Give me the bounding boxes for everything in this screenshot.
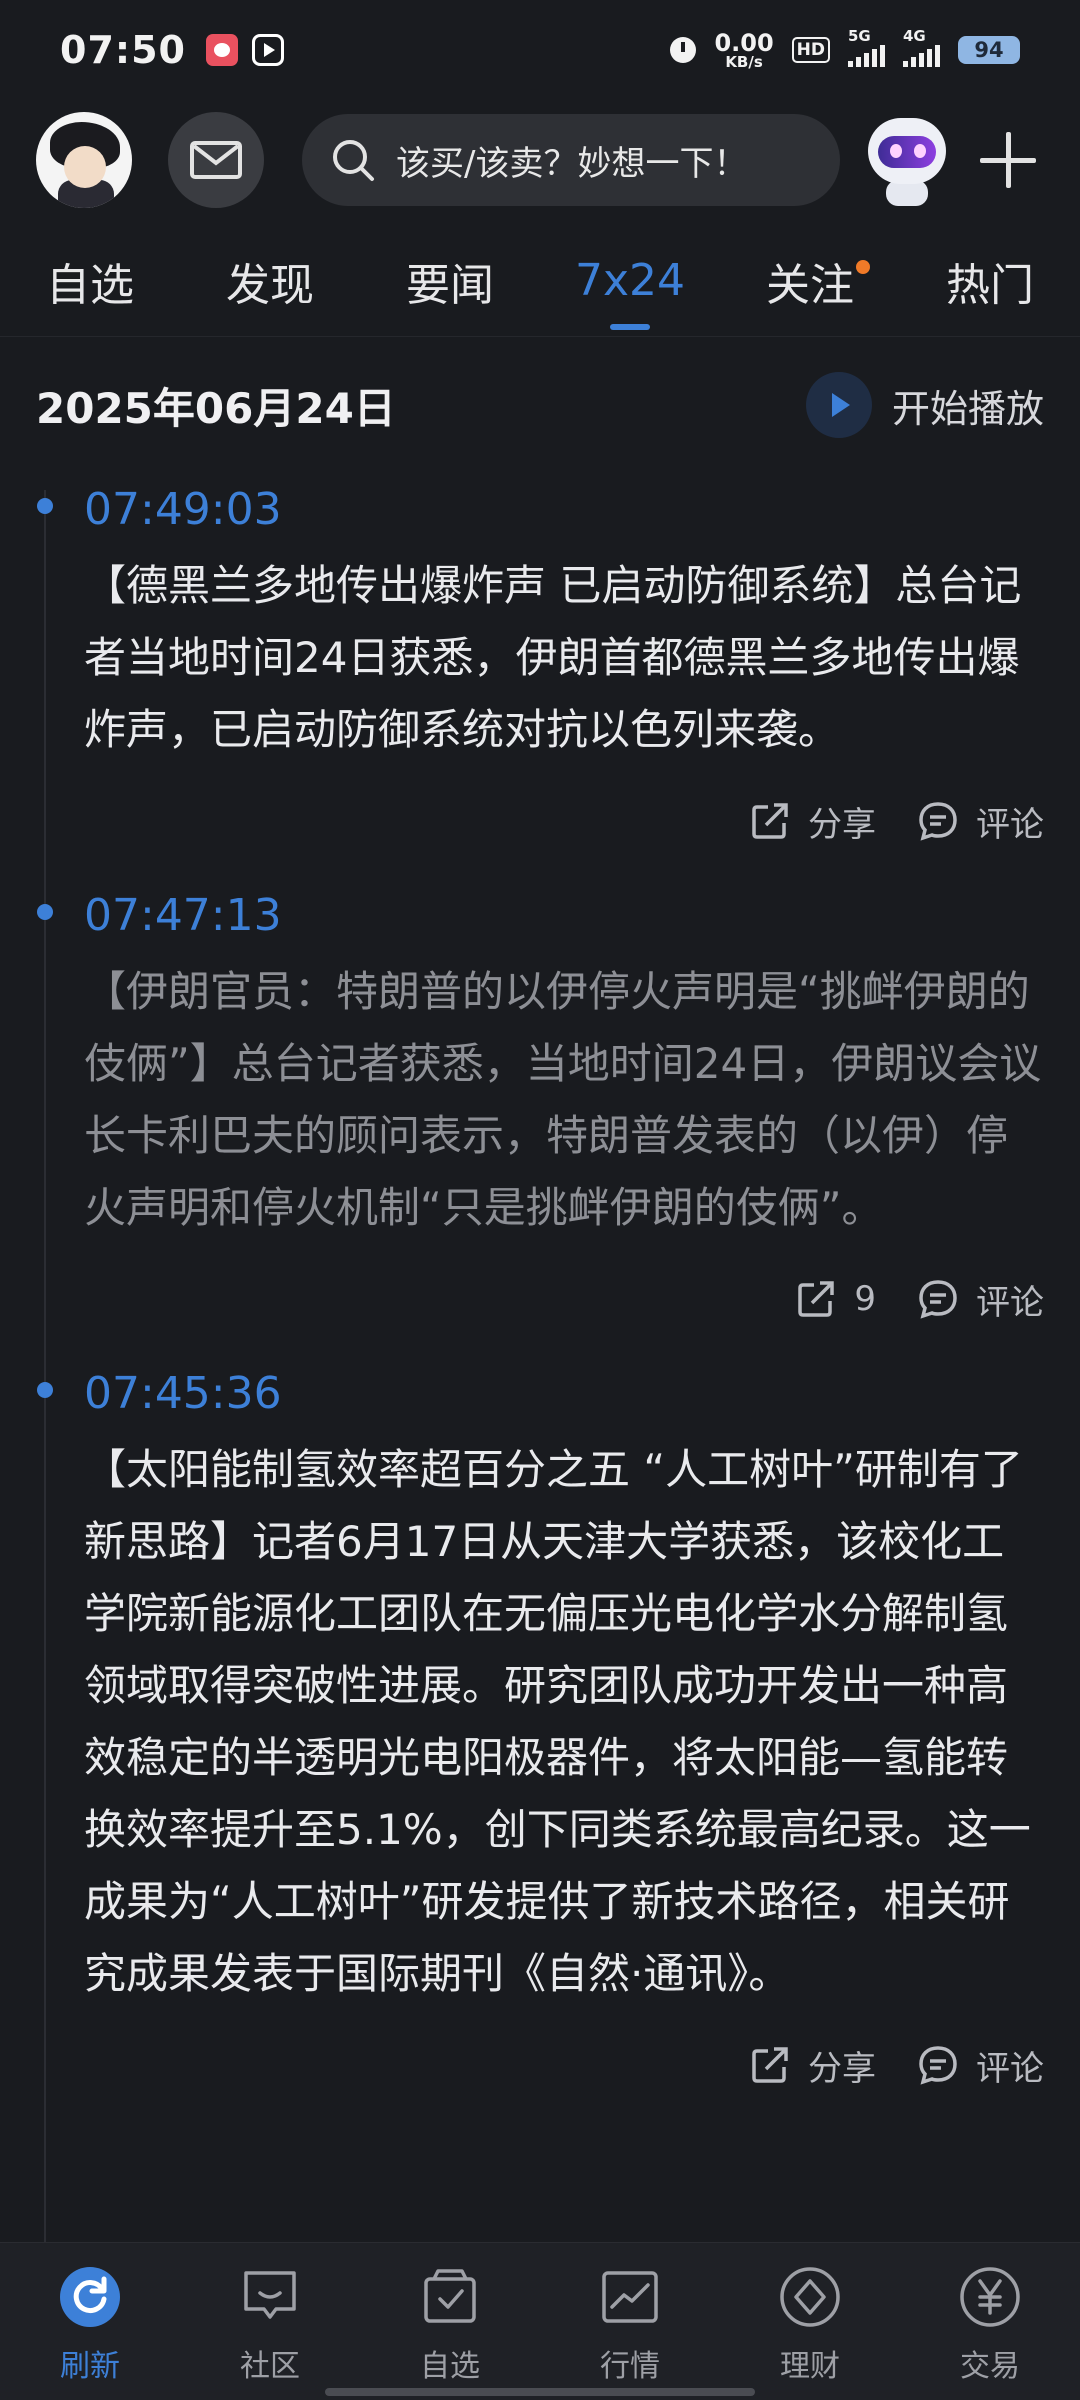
comment-icon (919, 1280, 957, 1319)
play-icon (805, 372, 872, 438)
share-button[interactable]: 分享 (748, 2041, 876, 2090)
watchlist-icon (424, 2269, 476, 2323)
news-time: 07:49:03 (84, 484, 282, 535)
share-icon (798, 1281, 835, 1317)
new-content-dot (856, 259, 870, 274)
search-input[interactable]: 该买/该卖？妙想一下！ (302, 114, 840, 206)
market-icon (602, 2271, 658, 2323)
timeline-dot (37, 498, 53, 514)
news-body[interactable]: 【伊朗官员：特朗普的以伊停火声明是“挑衅伊朗的伎俩”】总台记者获悉，当地时间24… (84, 956, 1044, 1244)
refresh-icon (60, 2267, 120, 2327)
nav-wealth[interactable]: 理财 (720, 2243, 900, 2400)
news-item[interactable]: 07:47:13 【伊朗官员：特朗普的以伊停火声明是“挑衅伊朗的伎俩”】总台记者… (0, 876, 1080, 1354)
signal-5g-icon: 5G (848, 27, 885, 67)
feed-date: 2025年06月24日 (36, 383, 396, 433)
share-icon (752, 2047, 788, 2083)
status-time: 07:50 (60, 28, 186, 72)
tab-7x24[interactable]: 7x24 (540, 255, 720, 330)
news-body[interactable]: 【德黑兰多地传出爆炸声 已启动防御系统】总台记者当地时间24日获悉，伊朗首都德黑… (84, 550, 1044, 766)
news-time: 07:47:13 (84, 890, 282, 941)
tab-following[interactable]: 关注 (720, 249, 900, 313)
share-count: 9 (854, 1279, 876, 1319)
news-time: 07:45:36 (84, 1368, 282, 1419)
top-header: 该买/该卖？妙想一下！ (0, 100, 1080, 220)
share-icon (752, 803, 788, 839)
timeline-dot (37, 1382, 53, 1398)
nav-community[interactable]: 社区 (180, 2243, 360, 2400)
news-item[interactable]: 07:45:36 【太阳能制氢效率超百分之五 “人工树叶”研制有了新思路】记者6… (0, 1354, 1080, 2120)
network-speed: 0.00 KB/s (714, 28, 774, 71)
signal-4g-icon: 4G (903, 27, 940, 67)
news-feed[interactable]: 07:49:03 【德黑兰多地传出爆炸声 已启动防御系统】总台记者当地时间24日… (0, 470, 1080, 2242)
news-item[interactable]: 07:49:03 【德黑兰多地传出爆炸声 已启动防御系统】总台记者当地时间24日… (0, 470, 1080, 876)
nav-trade[interactable]: 交易 (900, 2243, 1080, 2400)
hd-voice-badge: HD (791, 37, 830, 63)
wealth-icon (780, 2267, 840, 2327)
tab-hot[interactable]: 热门 (900, 249, 1080, 313)
tab-headlines[interactable]: 要闻 (360, 249, 540, 313)
battery-indicator: 94 (958, 36, 1020, 64)
nav-refresh[interactable]: 刷新 (0, 2243, 180, 2400)
mail-icon (190, 141, 242, 179)
date-row: 2025年06月24日 开始播放 (0, 340, 1080, 470)
active-tab-indicator (610, 324, 650, 330)
tab-watchlist[interactable]: 自选 (0, 249, 180, 313)
notification-app-icon (205, 34, 238, 66)
comment-button[interactable]: 评论 (916, 1275, 1044, 1324)
media-play-icon (251, 34, 284, 66)
share-button[interactable]: 9 (794, 1277, 876, 1321)
search-icon (333, 140, 374, 181)
trade-icon (960, 2267, 1020, 2327)
user-avatar[interactable] (36, 112, 132, 208)
start-playback-button[interactable]: 开始播放 (805, 372, 1044, 438)
message-button[interactable] (168, 112, 264, 208)
bottom-navigation: 刷新 社区 自选 行情 理财 交易 (0, 2242, 1080, 2400)
ai-assistant-robot-icon[interactable] (862, 112, 952, 208)
timeline-dot (37, 904, 53, 920)
add-button[interactable] (978, 130, 1038, 190)
alarm-icon (670, 37, 697, 63)
news-body[interactable]: 【太阳能制氢效率超百分之五 “人工树叶”研制有了新思路】记者6月17日从天津大学… (84, 1434, 1044, 2010)
comment-button[interactable]: 评论 (916, 797, 1044, 846)
tab-bar: 自选 发现 要闻 7x24 关注 热门 (0, 225, 1080, 337)
comment-icon (919, 802, 957, 841)
search-placeholder: 该买/该卖？妙想一下！ (396, 143, 748, 184)
comment-button[interactable]: 评论 (916, 2041, 1044, 2090)
community-icon (244, 2271, 296, 2319)
nav-market[interactable]: 行情 (540, 2243, 720, 2400)
tab-discover[interactable]: 发现 (180, 249, 360, 313)
comment-icon (919, 2046, 957, 2085)
status-bar: 07:50 0.00 KB/s HD 5G 4G 94 (0, 0, 1080, 100)
nav-watchlist[interactable]: 自选 (360, 2243, 540, 2400)
share-button[interactable]: 分享 (748, 797, 876, 846)
home-indicator[interactable] (325, 2388, 755, 2396)
